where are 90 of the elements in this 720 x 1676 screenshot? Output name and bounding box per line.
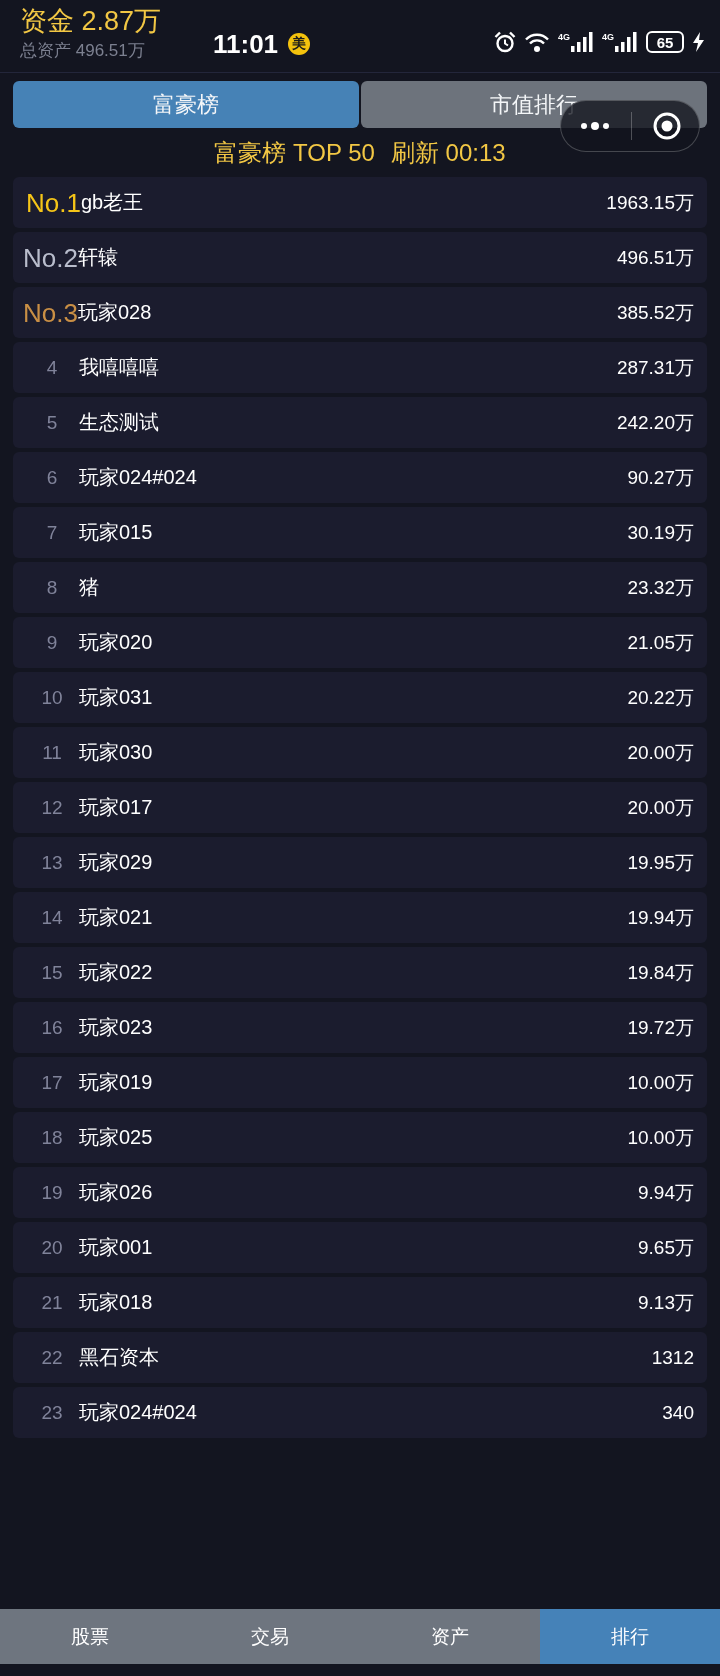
- nav-tab[interactable]: 排行: [540, 1609, 720, 1664]
- player-name: 玩家029: [79, 850, 153, 875]
- rank-number: 14: [40, 906, 64, 929]
- rank-number: 20: [40, 1236, 64, 1259]
- player-name: 玩家024#024: [79, 465, 197, 490]
- player-name: 玩家031: [79, 685, 153, 710]
- asset-value: 9.65万: [638, 1235, 694, 1260]
- player-name: 玩家018: [79, 1290, 153, 1315]
- asset-value: 19.72万: [627, 1015, 694, 1040]
- player-name: 玩家019: [79, 1070, 153, 1095]
- alarm-clock-icon: [493, 31, 516, 53]
- player-name: 玩家025: [79, 1125, 153, 1150]
- ranking-tab[interactable]: 富豪榜: [13, 81, 359, 128]
- player-name: 玩家028: [77, 300, 152, 325]
- wifi-icon: [524, 32, 549, 52]
- asset-value: 19.95万: [627, 850, 694, 875]
- player-name: gb老王: [80, 190, 144, 215]
- rank-number: 8: [45, 576, 59, 599]
- rank-medal-label: No.2: [23, 242, 78, 273]
- nav-tab[interactable]: 资产: [360, 1609, 540, 1664]
- asset-value: 10.00万: [627, 1125, 694, 1150]
- player-name: 玩家030: [79, 740, 153, 765]
- rank-number: 11: [41, 741, 63, 764]
- rank-number: 4: [45, 356, 59, 379]
- asset-value: 20.00万: [627, 795, 694, 820]
- signal-icon: [571, 32, 593, 52]
- asset-value: 385.52万: [616, 300, 694, 325]
- rank-number: 22: [40, 1346, 64, 1369]
- target-icon[interactable]: [652, 112, 681, 140]
- rank-medal-label: No.3: [23, 297, 78, 328]
- asset-value: 10.00万: [627, 1070, 694, 1095]
- rank-medal-label: No.1: [26, 187, 81, 218]
- player-name: 黑石资本: [79, 1345, 159, 1370]
- asset-value: 496.51万: [616, 245, 694, 270]
- asset-value: 340: [662, 1401, 694, 1424]
- player-name: 玩家017: [79, 795, 153, 820]
- rank-number: 16: [40, 1016, 64, 1039]
- more-icon[interactable]: [579, 122, 610, 130]
- app-badge: 美: [288, 33, 311, 55]
- asset-value: 30.19万: [627, 520, 694, 545]
- rank-number: 21: [40, 1291, 64, 1314]
- asset-value: 1963.15万: [606, 190, 694, 215]
- rank-number: 9: [45, 631, 59, 654]
- network-type-label: 4G: [557, 32, 570, 42]
- player-name: 玩家024#024: [79, 1400, 197, 1425]
- asset-value: 287.31万: [616, 355, 694, 380]
- network-type-label: 4G: [602, 32, 614, 42]
- rank-number: 17: [40, 1071, 64, 1094]
- player-name: 玩家023: [79, 1015, 153, 1040]
- nav-tab[interactable]: 股票: [0, 1609, 180, 1664]
- rank-number: 23: [40, 1401, 64, 1424]
- battery-indicator: 65: [646, 31, 684, 53]
- rank-number: 19: [40, 1181, 64, 1204]
- signal-icon: [615, 32, 637, 52]
- rank-number: 10: [40, 686, 64, 709]
- asset-value: 20.22万: [627, 685, 694, 710]
- refresh-countdown: 刷新 00:13: [390, 137, 506, 168]
- asset-value: 242.20万: [616, 410, 694, 435]
- asset-value: 19.94万: [627, 905, 694, 930]
- asset-value: 9.94万: [638, 1180, 694, 1205]
- player-name: 玩家021: [79, 905, 153, 930]
- asset-value: 19.84万: [627, 960, 694, 985]
- asset-value: 23.32万: [627, 575, 694, 600]
- player-name: 玩家020: [79, 630, 153, 655]
- rank-number: 7: [45, 521, 59, 544]
- player-name: 玩家022: [79, 960, 153, 985]
- nav-tab[interactable]: 交易: [180, 1609, 360, 1664]
- player-name: 玩家015: [79, 520, 153, 545]
- asset-value: 90.27万: [627, 465, 694, 490]
- player-name: 玩家026: [79, 1180, 153, 1205]
- asset-value: 1312: [651, 1346, 694, 1369]
- player-name: 猪: [79, 575, 99, 600]
- player-name: 轩辕: [77, 245, 118, 270]
- rank-number: 6: [45, 466, 59, 489]
- player-name: 我嘻嘻嘻: [79, 355, 159, 380]
- rank-number: 5: [45, 411, 59, 434]
- status-time: 11:01: [213, 28, 279, 60]
- asset-value: 9.13万: [638, 1290, 694, 1315]
- asset-value: 21.05万: [627, 630, 694, 655]
- charging-bolt-icon: [693, 32, 704, 52]
- player-name: 生态测试: [79, 410, 159, 435]
- rank-number: 15: [40, 961, 64, 984]
- player-name: 玩家001: [79, 1235, 153, 1260]
- ranking-title: 富豪榜 TOP 50: [214, 137, 375, 168]
- rank-number: 18: [40, 1126, 64, 1149]
- funds-amount: 资金 2.87万: [20, 5, 162, 38]
- rank-number: 13: [40, 851, 64, 874]
- asset-value: 20.00万: [627, 740, 694, 765]
- rank-number: 12: [40, 796, 64, 819]
- total-assets: 总资产 496.51万: [20, 40, 145, 62]
